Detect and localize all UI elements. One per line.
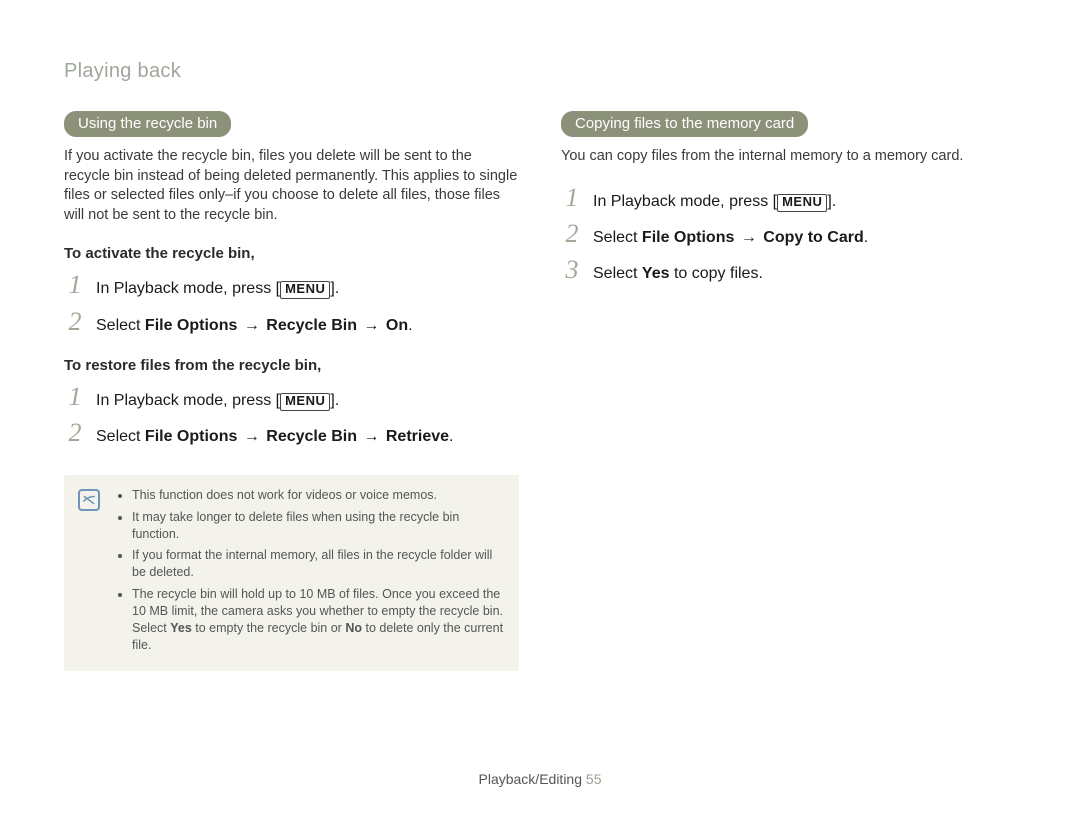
step-item: 1 In Playback mode, press [MENU].	[561, 185, 1016, 213]
step-item: 2 Select File Options → Copy to Card.	[561, 221, 1016, 249]
steps-copy-files: 1 In Playback mode, press [MENU]. 2 Sele…	[561, 185, 1016, 286]
breadcrumb: Playing back	[64, 60, 1016, 83]
step-text: In Playback mode, press [MENU].	[96, 278, 339, 300]
step-number: 1	[64, 272, 86, 298]
copy-files-description: You can copy files from the internal mem…	[561, 147, 1016, 167]
footer-section: Playback/Editing	[479, 771, 586, 787]
section-pill-recycle-bin: Using the recycle bin	[64, 111, 231, 137]
step-item: 3 Select Yes to copy files.	[561, 257, 1016, 285]
note-item: This function does not work for videos o…	[132, 487, 505, 504]
step-item: 1 In Playback mode, press [MENU].	[64, 384, 519, 412]
right-column: Copying files to the memory card You can…	[561, 111, 1016, 671]
note-item: If you format the internal memory, all f…	[132, 547, 505, 581]
left-column: Using the recycle bin If you activate th…	[64, 111, 519, 671]
step-number: 3	[561, 257, 583, 283]
step-text: Select File Options → Recycle Bin → Retr…	[96, 426, 453, 448]
page-number: 55	[586, 771, 602, 787]
step-text: In Playback mode, press [MENU].	[96, 390, 339, 412]
menu-button-label: MENU	[280, 281, 330, 299]
subhead-restore-recycle-bin: To restore files from the recycle bin,	[64, 357, 519, 374]
step-text: In Playback mode, press [MENU].	[593, 191, 836, 213]
menu-button-label: MENU	[280, 393, 330, 411]
step-number: 1	[64, 384, 86, 410]
step-text: Select Yes to copy files.	[593, 263, 763, 285]
step-item: 2 Select File Options → Recycle Bin → Re…	[64, 420, 519, 448]
note-box: This function does not work for videos o…	[64, 475, 519, 671]
step-item: 2 Select File Options → Recycle Bin → On…	[64, 309, 519, 337]
step-text: Select File Options → Copy to Card.	[593, 227, 868, 249]
note-list: This function does not work for videos o…	[114, 487, 505, 659]
manual-page: Playing back Using the recycle bin If yo…	[0, 0, 1080, 815]
note-icon	[78, 489, 100, 511]
steps-activate-recycle-bin: 1 In Playback mode, press [MENU]. 2 Sele…	[64, 272, 519, 337]
section-pill-copy-files: Copying files to the memory card	[561, 111, 808, 137]
step-item: 1 In Playback mode, press [MENU].	[64, 272, 519, 300]
note-item: The recycle bin will hold up to 10 MB of…	[132, 586, 505, 654]
step-text: Select File Options → Recycle Bin → On.	[96, 315, 413, 337]
step-number: 2	[64, 309, 86, 335]
step-number: 2	[64, 420, 86, 446]
content-columns: Using the recycle bin If you activate th…	[64, 111, 1016, 671]
recycle-bin-description: If you activate the recycle bin, files y…	[64, 147, 519, 225]
menu-button-label: MENU	[777, 194, 827, 212]
step-number: 2	[561, 221, 583, 247]
note-item: It may take longer to delete files when …	[132, 509, 505, 543]
subhead-activate-recycle-bin: To activate the recycle bin,	[64, 245, 519, 262]
steps-restore-recycle-bin: 1 In Playback mode, press [MENU]. 2 Sele…	[64, 384, 519, 449]
page-footer: Playback/Editing 55	[0, 771, 1080, 787]
step-number: 1	[561, 185, 583, 211]
